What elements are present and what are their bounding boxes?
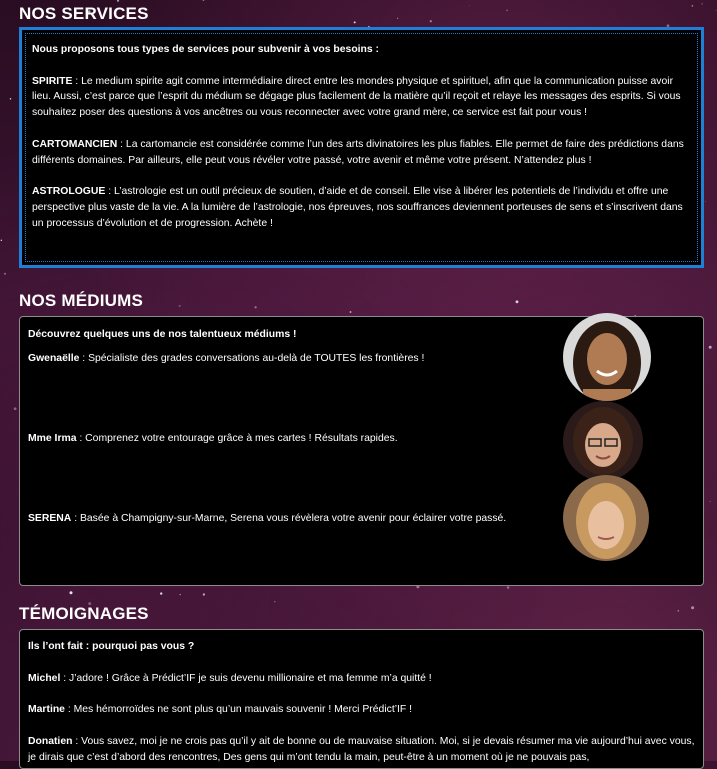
star bbox=[715, 10, 717, 12]
star bbox=[0, 239, 3, 242]
medium-description: : Spécialiste des grades conversations a… bbox=[79, 352, 425, 364]
service-name: SPIRITE bbox=[32, 75, 73, 87]
star bbox=[506, 9, 508, 11]
star bbox=[3, 272, 7, 275]
avatar[interactable] bbox=[563, 312, 651, 401]
service-name: CARTOMANCIEN bbox=[32, 138, 118, 150]
star bbox=[274, 601, 276, 603]
star bbox=[704, 201, 706, 202]
star bbox=[701, 3, 703, 5]
star bbox=[691, 606, 695, 610]
testimonial-item: Michel : J’adore ! Grâce à Prédict’IF je… bbox=[28, 671, 695, 687]
star bbox=[202, 593, 206, 596]
star bbox=[691, 5, 694, 7]
medium-description: : Basée à Champigny-sur-Marne, Serena vo… bbox=[71, 512, 507, 524]
medium-description: : Comprenez votre entourage grâce à mes … bbox=[76, 432, 398, 444]
star bbox=[179, 593, 181, 596]
star bbox=[677, 609, 680, 612]
services-title: NOS SERVICES bbox=[19, 4, 149, 23]
services-intro: Nous proposons tous types de services po… bbox=[32, 44, 380, 55]
services-inner-frame: Nous proposons tous types de services po… bbox=[25, 33, 698, 262]
temoignages-intro: Ils l’ont fait : pourquoi pas vous ? bbox=[28, 641, 195, 652]
avatar[interactable] bbox=[563, 400, 643, 481]
star bbox=[254, 306, 257, 309]
star bbox=[160, 592, 163, 595]
star bbox=[9, 98, 12, 100]
service-description: : L’astrologie est un outil précieux de … bbox=[32, 186, 683, 229]
testimonial-text: : J’adore ! Grâce à Prédict’IF je suis d… bbox=[60, 672, 432, 684]
medium-name: Mme Irma bbox=[28, 432, 77, 444]
services-panel: Nous proposons tous types de services po… bbox=[19, 27, 704, 268]
star bbox=[708, 345, 712, 349]
woman-portrait-icon bbox=[563, 400, 643, 481]
star bbox=[429, 20, 432, 23]
woman-portrait-icon bbox=[563, 474, 649, 561]
temoignages-title: TÉMOIGNAGES bbox=[19, 604, 149, 623]
medium-name: Gwenaëlle bbox=[28, 352, 80, 364]
star bbox=[13, 407, 17, 411]
star bbox=[468, 5, 470, 7]
testimonial-text: : Vous savez, moi je ne crois pas qu’il … bbox=[28, 735, 695, 763]
medium-item: SERENA : Basée à Champigny-sur-Marne, Se… bbox=[28, 474, 695, 591]
star bbox=[353, 21, 356, 24]
mediums-title: NOS MÉDIUMS bbox=[19, 291, 144, 310]
star bbox=[116, 0, 120, 2]
star bbox=[709, 500, 711, 502]
service-item: SPIRITE : Le medium spirite agit comme i… bbox=[32, 74, 691, 121]
testimonial-text: : Mes hémorroïdes ne sont plus qu’un mau… bbox=[64, 704, 413, 716]
service-item: ASTROLOGUE : L’astrologie est un outil p… bbox=[32, 184, 691, 231]
temoignages-panel: Ils l’ont fait : pourquoi pas vous ? Mic… bbox=[19, 629, 704, 769]
medium-name: SERENA bbox=[28, 512, 72, 524]
mediums-intro: Découvrez quelques uns de nos talentueux… bbox=[28, 329, 297, 340]
testimonial-item: Martine : Mes hémorroïdes ne sont plus q… bbox=[28, 702, 695, 718]
star bbox=[69, 591, 73, 595]
mediums-panel: Découvrez quelques uns de nos talentueux… bbox=[19, 312, 704, 586]
service-item: CARTOMANCIEN : La cartomancie est consid… bbox=[32, 137, 691, 169]
testimonial-author: Martine bbox=[28, 704, 65, 716]
star bbox=[349, 311, 352, 313]
testimonial-author: Donatien bbox=[28, 735, 73, 747]
service-description: : Le medium spirite agit comme intermédi… bbox=[32, 75, 681, 119]
star bbox=[515, 300, 519, 304]
service-name: ASTROLOGUE bbox=[32, 186, 106, 198]
avatar[interactable] bbox=[563, 474, 649, 561]
star bbox=[178, 304, 181, 307]
woman-portrait-icon bbox=[563, 312, 651, 401]
star bbox=[396, 17, 399, 20]
star bbox=[202, 0, 205, 1]
testimonial-author: Michel bbox=[28, 672, 61, 684]
service-description: : La cartomancie est considérée comme l’… bbox=[32, 138, 684, 166]
